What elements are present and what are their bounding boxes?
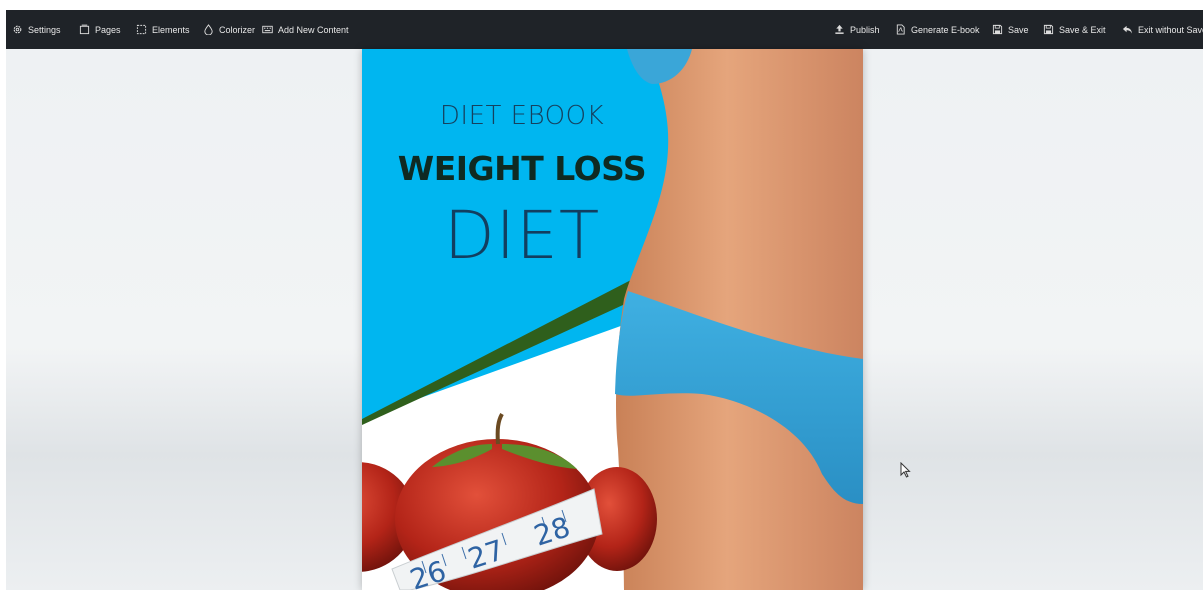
upload-icon <box>835 24 844 34</box>
pages-label: Pages <box>95 24 121 35</box>
cover-title[interactable]: WEIGHT LOSS <box>362 149 682 188</box>
cover-main-heading[interactable]: DIET <box>362 197 682 274</box>
publish-label: Publish <box>850 24 880 35</box>
publish-button[interactable]: Publish <box>834 10 880 49</box>
gear-icon <box>13 25 22 34</box>
save-button[interactable]: Save <box>992 10 1029 49</box>
add-new-content-label: Add New Content <box>278 24 349 35</box>
generate-ebook-label: Generate E-book <box>911 24 980 35</box>
pages-button[interactable]: Pages <box>79 10 121 49</box>
settings-button[interactable]: Settings <box>12 10 61 49</box>
generate-ebook-button[interactable]: Generate E-book <box>895 10 980 49</box>
reply-icon <box>1122 25 1133 34</box>
cover-subtitle[interactable]: DIET EBOOK <box>362 101 682 131</box>
save-and-exit-label: Save & Exit <box>1059 24 1106 35</box>
elements-label: Elements <box>152 24 190 35</box>
floppy-icon <box>992 24 1003 35</box>
ebook-cover-page[interactable]: 26 27 28 DIET EBOOK WEIGHT LOSS DIET <box>362 49 863 590</box>
save-label: Save <box>1008 24 1029 35</box>
settings-label: Settings <box>28 24 61 35</box>
exit-without-save-button[interactable]: Exit without Save <box>1122 10 1203 49</box>
floppy-icon <box>1043 24 1054 35</box>
editor-toolbar: Settings Pages Elements Colorizer Add Ne… <box>6 10 1203 49</box>
colorizer-label: Colorizer <box>219 24 256 35</box>
pdf-icon <box>896 24 905 35</box>
elements-icon <box>136 24 147 35</box>
exit-without-save-label: Exit without Save <box>1138 24 1203 35</box>
colorizer-button[interactable]: Colorizer <box>203 10 255 49</box>
elements-button[interactable]: Elements <box>136 10 190 49</box>
save-and-exit-button[interactable]: Save & Exit <box>1043 10 1106 49</box>
add-new-content-button[interactable]: Add New Content <box>262 10 349 49</box>
keyboard-icon <box>262 25 273 34</box>
droplet-icon <box>204 24 213 35</box>
pages-icon <box>79 24 90 35</box>
mouse-cursor-icon <box>900 462 911 478</box>
